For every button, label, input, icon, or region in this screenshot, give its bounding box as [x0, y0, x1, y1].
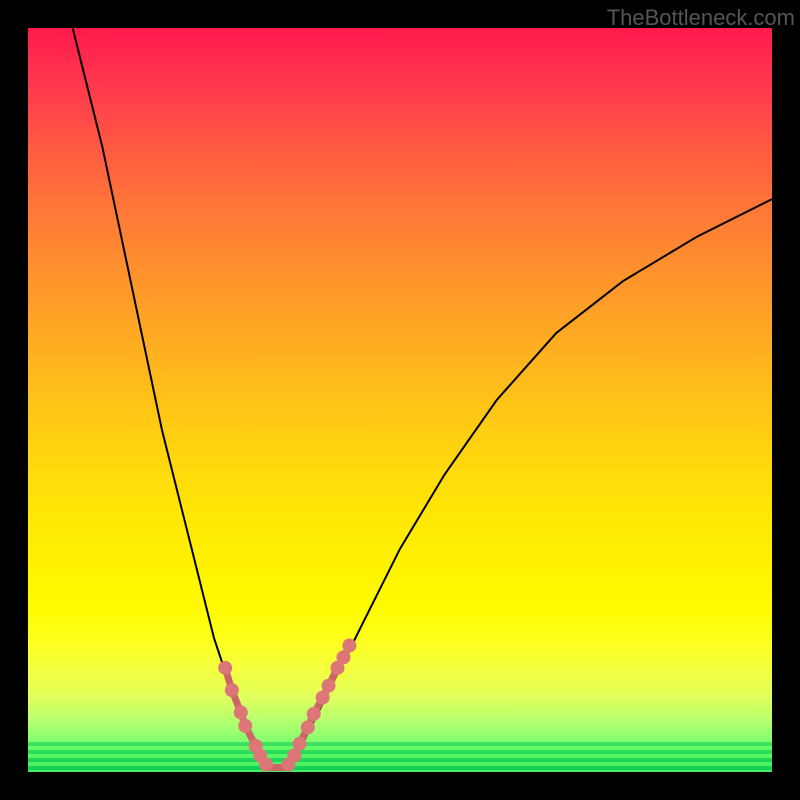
right-curve	[285, 199, 772, 768]
beads-left-group	[218, 661, 273, 772]
data-bead	[307, 707, 321, 721]
data-bead	[234, 705, 248, 719]
data-bead	[342, 639, 356, 653]
data-bead	[301, 720, 315, 734]
data-bead	[218, 661, 232, 675]
chart-svg	[28, 28, 772, 772]
data-bead	[225, 683, 239, 697]
chart-plot-area	[28, 28, 772, 772]
data-bead	[287, 749, 301, 763]
data-bead	[316, 691, 330, 705]
data-bead	[336, 650, 350, 664]
data-bead	[238, 719, 252, 733]
left-curve	[73, 28, 269, 768]
data-bead	[293, 737, 307, 751]
watermark-text: TheBottleneck.com	[607, 5, 795, 31]
beads-right-group	[281, 639, 356, 772]
data-bead	[322, 679, 336, 693]
data-bead	[259, 758, 273, 772]
